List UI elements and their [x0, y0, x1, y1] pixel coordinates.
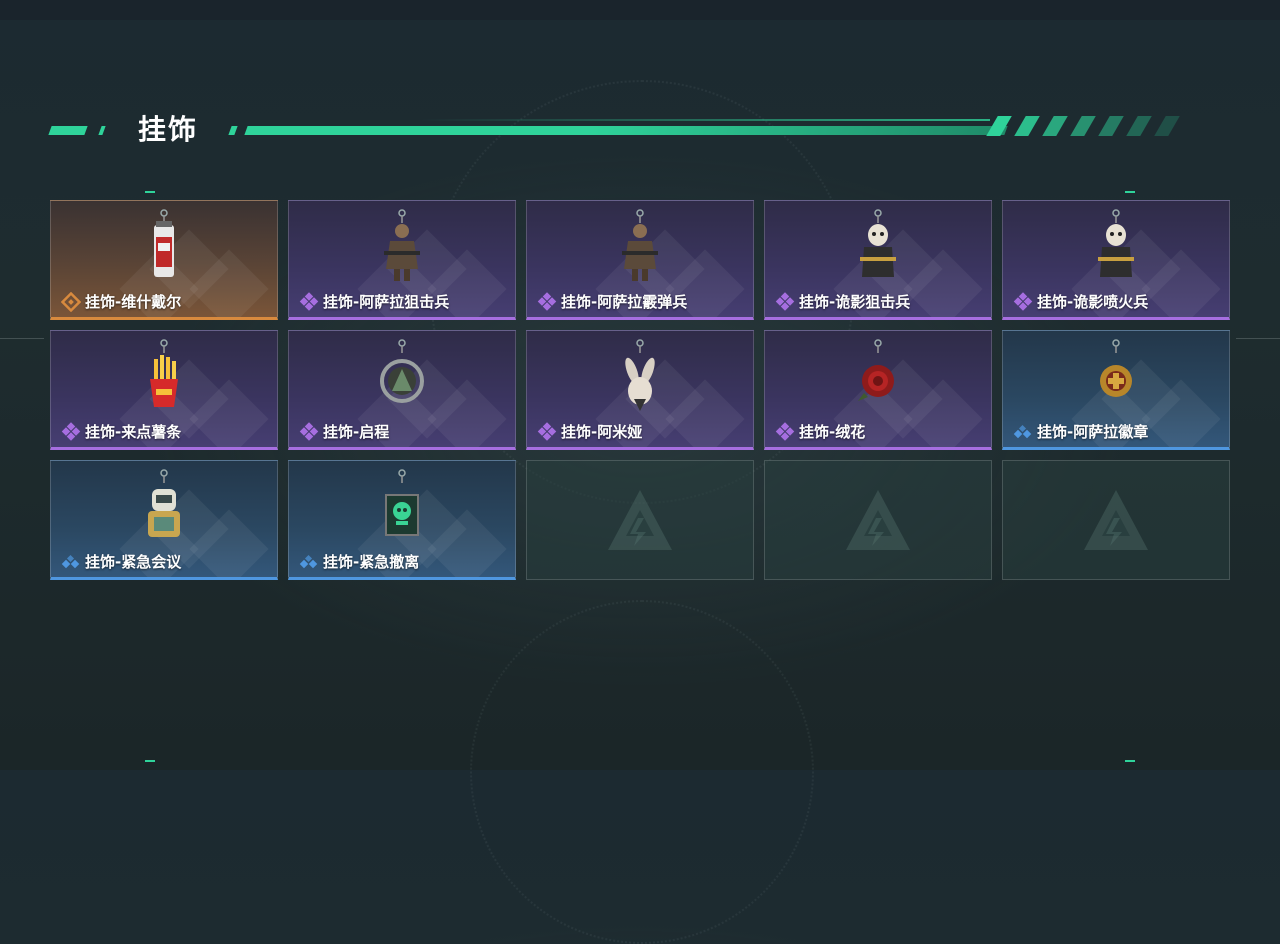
pendant-card[interactable]: 挂饰-绒花 [764, 330, 992, 450]
bunny-icon [625, 339, 655, 411]
pendant-label: 挂饰-阿萨拉狙击兵 [299, 291, 449, 312]
robot-icon [148, 469, 180, 537]
pendant-label: 挂饰-维什戴尔 [61, 291, 181, 312]
pendant-name: 挂饰-阿米娅 [561, 423, 643, 441]
rarity-purple-icon [61, 421, 81, 442]
rose-icon [858, 339, 894, 401]
rarity-purple-icon [537, 291, 557, 312]
pendant-name: 挂饰-诡影喷火兵 [1037, 293, 1149, 311]
ring-emblem-icon [380, 339, 424, 403]
header-accent [48, 126, 88, 135]
pendant-grid: 挂饰-维什戴尔 挂饰-阿萨拉狙击兵 挂饰-阿萨拉霰弹兵 挂饰-诡影狙击兵 挂饰-诡影喷火… [50, 200, 1230, 580]
pendant-name: 挂饰-维什戴尔 [85, 293, 182, 311]
rarity-blue-icon [1013, 422, 1033, 442]
pendant-name: 挂饰-绒花 [799, 423, 866, 441]
corner-tick [145, 760, 155, 762]
empty-slot[interactable] [526, 460, 754, 580]
pendant-label: 挂饰-紧急会议 [61, 551, 181, 572]
pendant-name: 挂饰-诡影狙击兵 [799, 293, 911, 311]
rarity-purple-icon [1013, 291, 1033, 312]
rarity-purple-icon [537, 421, 557, 442]
pendant-name: 挂饰-来点薯条 [85, 423, 182, 441]
vial-pendant-icon [154, 209, 174, 277]
pendant-card[interactable]: 挂饰-阿米娅 [526, 330, 754, 450]
corner-tick [145, 191, 155, 193]
rarity-blue-icon [61, 552, 81, 572]
rarity-purple-icon [775, 421, 795, 442]
pendant-card[interactable]: 挂饰-阿萨拉狙击兵 [288, 200, 516, 320]
rarity-blue-icon [299, 552, 319, 572]
pendant-card[interactable]: 挂饰-启程 [288, 330, 516, 450]
pendant-label: 挂饰-启程 [299, 421, 389, 442]
fries-icon [150, 339, 178, 407]
section-title: 挂饰 [138, 113, 199, 146]
empty-slot[interactable] [1002, 460, 1230, 580]
soldier-figure-icon [384, 209, 420, 281]
corner-tick [1125, 760, 1135, 762]
pendant-name: 挂饰-阿萨拉狙击兵 [323, 293, 450, 311]
pendant-label: 挂饰-绒花 [775, 421, 865, 442]
pendant-label: 挂饰-诡影狙击兵 [775, 291, 910, 312]
pendant-label: 挂饰-阿米娅 [537, 421, 642, 442]
pendant-name: 挂饰-阿萨拉霰弹兵 [561, 293, 688, 311]
side-line [1236, 338, 1280, 339]
header-checker [986, 116, 1202, 136]
soldier-figure-icon [622, 209, 658, 281]
empty-slot[interactable] [764, 460, 992, 580]
header-line [244, 126, 1008, 135]
pendant-card[interactable]: 挂饰-阿萨拉徽章 [1002, 330, 1230, 450]
rarity-purple-icon [775, 291, 795, 312]
corner-tick [1125, 191, 1135, 193]
rarity-purple-icon [299, 291, 319, 312]
pendant-name: 挂饰-阿萨拉徽章 [1037, 423, 1149, 441]
pendant-label: 挂饰-来点薯条 [61, 421, 181, 442]
pendant-card[interactable]: 挂饰-诡影狙击兵 [764, 200, 992, 320]
rarity-orange-icon [61, 291, 81, 312]
placeholder-logo-icon [846, 490, 910, 550]
placeholder-logo-icon [608, 490, 672, 550]
header-thin-line [420, 119, 990, 121]
pendant-name: 挂饰-紧急撤离 [323, 553, 420, 571]
pendant-card[interactable]: 挂饰-诡影喷火兵 [1002, 200, 1230, 320]
side-line [0, 338, 44, 339]
pendant-card[interactable]: 挂饰-来点薯条 [50, 330, 278, 450]
pendant-label: 挂饰-阿萨拉徽章 [1013, 421, 1148, 442]
header-accent [228, 126, 238, 135]
pendant-card[interactable]: 挂饰-紧急会议 [50, 460, 278, 580]
pendant-card[interactable]: 挂饰-阿萨拉霰弹兵 [526, 200, 754, 320]
pendant-card[interactable]: 挂饰-维什戴尔 [50, 200, 278, 320]
pendant-name: 挂饰-紧急会议 [85, 553, 182, 571]
placeholder-logo-icon [1084, 490, 1148, 550]
rarity-purple-icon [299, 421, 319, 442]
pendant-name: 挂饰-启程 [323, 423, 390, 441]
pendant-label: 挂饰-诡影喷火兵 [1013, 291, 1148, 312]
skull-box-icon [385, 469, 419, 536]
badge-icon [1100, 339, 1132, 397]
top-band [0, 0, 1280, 20]
masked-figure-icon [1098, 209, 1134, 277]
pendant-card[interactable]: 挂饰-紧急撤离 [288, 460, 516, 580]
pendant-label: 挂饰-紧急撤离 [299, 551, 419, 572]
background-ring [470, 600, 814, 944]
header-accent [98, 126, 106, 135]
pendant-label: 挂饰-阿萨拉霰弹兵 [537, 291, 687, 312]
masked-figure-icon [860, 209, 896, 277]
